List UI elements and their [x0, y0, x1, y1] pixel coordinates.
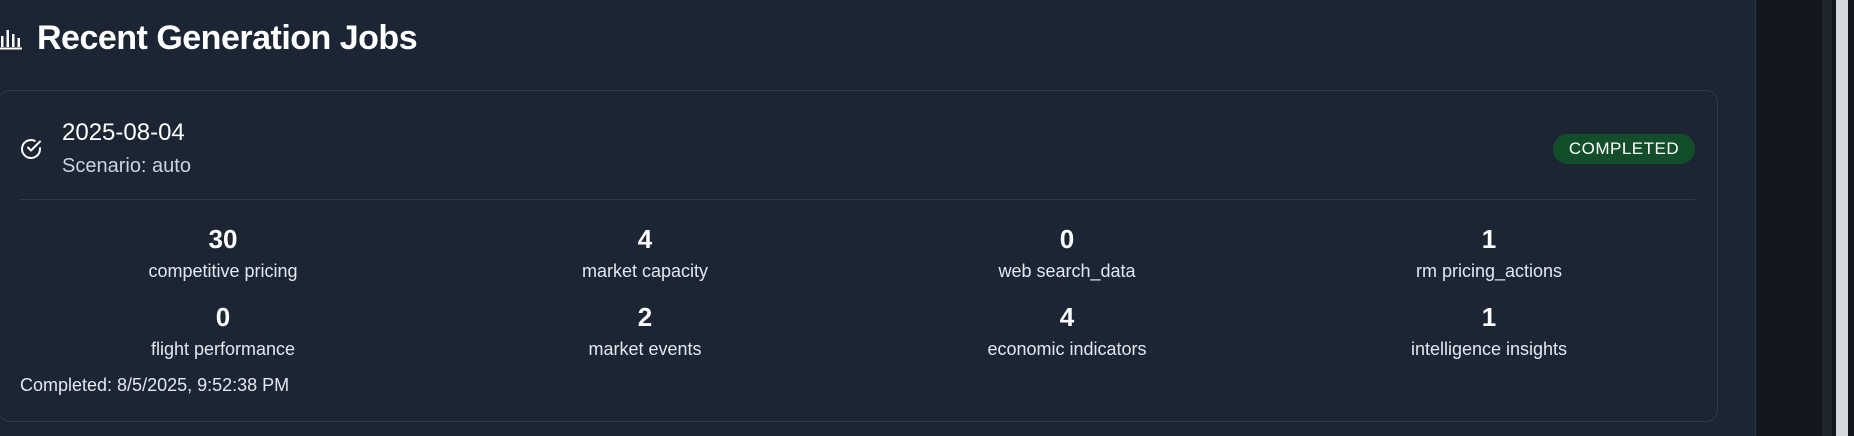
- stat-market-capacity: 4 market capacity: [495, 224, 795, 283]
- stat-rm-pricing-actions: 1 rm pricing_actions: [1339, 224, 1639, 283]
- job-scenario: Scenario: auto: [62, 155, 191, 177]
- page: Recent Generation Jobs 2025-08-04 Scenar…: [0, 0, 1854, 436]
- stat-label: economic indicators: [987, 339, 1147, 359]
- stat-label: web search_data: [998, 261, 1136, 281]
- scrollbar-thumb[interactable]: [1836, 0, 1848, 436]
- scrollbar-track[interactable]: [1822, 0, 1832, 436]
- page-title: Recent Generation Jobs: [37, 18, 418, 57]
- stat-label: flight performance: [150, 339, 296, 359]
- job-card-header: 2025-08-04 Scenario: auto COMPLETED: [0, 91, 1717, 201]
- stat-value: 0: [1059, 224, 1075, 254]
- stat-label: rm pricing_actions: [1415, 261, 1563, 281]
- job-card[interactable]: 2025-08-04 Scenario: auto COMPLETED 30 c…: [0, 90, 1718, 422]
- stat-flight-performance: 0 flight performance: [73, 302, 373, 361]
- stat-market-events: 2 market events: [495, 302, 795, 361]
- stat-value: 2: [637, 302, 653, 332]
- job-date: 2025-08-04: [62, 119, 185, 146]
- bar-chart-icon: [0, 26, 22, 50]
- completed-timestamp: Completed: 8/5/2025, 9:52:38 PM: [20, 375, 290, 395]
- stat-label: competitive pricing: [148, 261, 298, 281]
- stat-intelligence-insights: 1 intelligence insights: [1339, 302, 1639, 361]
- stat-economic-indicators: 4 economic indicators: [917, 302, 1217, 361]
- stat-value: 4: [1059, 302, 1075, 332]
- stat-competitive-pricing: 30 competitive pricing: [73, 224, 373, 283]
- stat-value: 30: [208, 224, 238, 254]
- stat-value: 1: [1481, 224, 1497, 254]
- stat-value: 0: [215, 302, 231, 332]
- section-header: Recent Generation Jobs: [0, 14, 418, 62]
- stat-value: 4: [637, 224, 653, 254]
- stat-label: market capacity: [581, 261, 709, 281]
- stat-label: market events: [588, 339, 702, 359]
- status-badge: COMPLETED: [1553, 134, 1695, 164]
- card-divider: [19, 199, 1695, 200]
- stat-value: 1: [1481, 302, 1497, 332]
- stat-web-search-data: 0 web search_data: [917, 224, 1217, 283]
- check-circle-icon: [19, 137, 43, 161]
- stat-label: intelligence insights: [1410, 339, 1568, 359]
